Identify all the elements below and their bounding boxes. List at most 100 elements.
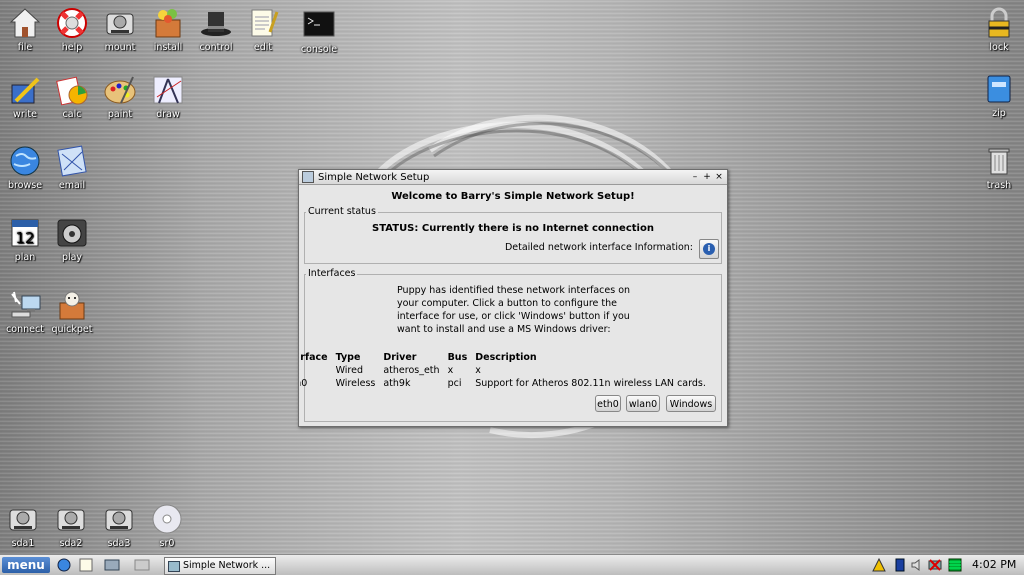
column-header: Driver (383, 352, 417, 363)
desktop-icon-install[interactable]: install (145, 6, 191, 53)
minimize-button[interactable]: – (690, 172, 700, 182)
wlan0-button[interactable]: wlan0 (626, 395, 660, 412)
desktop-switch-icon[interactable] (134, 558, 150, 572)
desktop-icon-label: edit (253, 42, 273, 53)
taskbar: menu Simple Network ... 4:02 PM (0, 554, 1024, 575)
desktop-icon-quickpet[interactable]: quickpet (49, 288, 95, 335)
drive-icon-sda3[interactable]: sda3 (96, 502, 142, 549)
drive-icon (57, 509, 85, 531)
desktop-icon-label: mount (104, 42, 136, 53)
menu-button[interactable]: menu (2, 557, 50, 573)
desktop-icon-edit[interactable]: edit (240, 6, 286, 53)
drive-icon-sda1[interactable]: sda1 (0, 502, 46, 549)
table-header-row: Interface Type Driver Bus Description (300, 351, 710, 364)
package-icon (155, 9, 181, 38)
window-titlebar[interactable]: Simple Network Setup – + × (299, 170, 727, 185)
desktop-icon-write[interactable]: write (2, 73, 48, 120)
desktop-icon-label: browse (7, 180, 43, 191)
table-cell: eth0 (300, 364, 332, 377)
table-cell: x (447, 365, 454, 376)
drive-icon (105, 509, 133, 531)
desktop-icon-mount[interactable]: mount (97, 6, 143, 53)
table-cell: Wireless (335, 378, 376, 389)
spreadsheet-icon (56, 76, 88, 106)
desktop-icon-label: quickpet (51, 324, 93, 335)
battery-tray-icon[interactable] (893, 558, 907, 572)
desktop-icon-label: connect (6, 324, 44, 335)
desktop-icon-label: play (61, 252, 83, 263)
info-button[interactable]: i (699, 239, 719, 259)
table-cell: wlan0 (300, 378, 308, 389)
drive-icon-sda2[interactable]: sda2 (48, 502, 94, 549)
speaker-icon (57, 219, 87, 247)
desktop-icon-label: console (300, 44, 338, 55)
column-header: Interface (300, 352, 328, 363)
desktop-switch-icon[interactable] (104, 558, 120, 572)
desktop-icon-label: email (58, 180, 86, 191)
editor-quicklaunch-icon[interactable] (78, 558, 94, 572)
status-text: STATUS: Currently there is no Internet c… (372, 223, 654, 234)
table-cell: x (475, 365, 481, 376)
desktop-icon-label: zip (992, 108, 1006, 119)
desktop-icon-zip[interactable]: zip (976, 72, 1022, 119)
desktop-icon-file[interactable]: file (2, 6, 48, 53)
desktop-icon-trash[interactable]: trash (976, 144, 1022, 191)
drive-icon-sr0[interactable]: sr0 (144, 502, 190, 549)
clock: 4:02 PM (972, 558, 1017, 571)
drive-icon (9, 509, 37, 531)
desktop-icon-lock[interactable]: lock (976, 6, 1022, 53)
maximize-button[interactable]: + (702, 172, 712, 182)
network-icon (11, 291, 41, 318)
taskbar-task-network-setup[interactable]: Simple Network ... (164, 557, 276, 575)
globe-icon (10, 146, 40, 176)
desktop-icon-plan[interactable]: 12 plan (2, 216, 48, 263)
desktop-icon-paint[interactable]: paint (97, 73, 143, 120)
desktop-icon-draw[interactable]: draw (145, 73, 191, 120)
padlock-icon (988, 7, 1010, 38)
desktop-icon-label: write (13, 109, 37, 120)
top-hat-icon (201, 12, 231, 36)
table-cell: pci (447, 378, 462, 389)
windows-button[interactable]: Windows (666, 395, 716, 412)
palette-icon (104, 76, 136, 104)
desktop-icon-calc[interactable]: calc (49, 73, 95, 120)
desktop-icon-connect[interactable]: connect (2, 288, 48, 335)
table-cell: ath9k (383, 378, 411, 389)
desktop-icon-label: paint (107, 109, 133, 120)
calendar-day: 12 (15, 229, 34, 247)
cpu-meter-tray-icon[interactable] (948, 558, 962, 572)
desktop-icon-label: trash (986, 180, 1012, 191)
desktop-icon-control[interactable]: control (193, 6, 239, 53)
envelope-icon (57, 145, 87, 177)
pet-box-icon (59, 291, 85, 320)
desktop-icon-label: lock (989, 42, 1009, 53)
desktop-icon-console[interactable]: console (296, 8, 342, 55)
eth0-button[interactable]: eth0 (595, 395, 621, 412)
current-status-frame (304, 212, 722, 264)
notepad-icon (251, 9, 279, 37)
lifebuoy-icon (57, 8, 87, 38)
close-button[interactable]: × (714, 172, 724, 182)
detail-info-label: Detailed network interface Information: (504, 242, 693, 253)
desktop-icon-label: draw (156, 109, 180, 120)
calendar-icon: 12 (11, 219, 39, 247)
browser-quicklaunch-icon[interactable] (56, 558, 72, 572)
column-header: Type (335, 352, 361, 363)
desktop-icon-help[interactable]: help (49, 6, 95, 53)
desktop-icon-email[interactable]: email (49, 144, 95, 191)
desktop-icon-browse[interactable]: browse (2, 144, 48, 191)
info-icon: i (703, 243, 715, 255)
welcome-heading: Welcome to Barry's Simple Network Setup! (391, 191, 635, 202)
volume-tray-icon[interactable] (910, 558, 924, 572)
drive-label: sda1 (11, 538, 35, 549)
compass-icon (153, 76, 183, 104)
table-row: wlan0 Wireless ath9k pci Support for Ath… (300, 377, 710, 390)
warning-tray-icon[interactable] (872, 558, 886, 572)
network-disconnected-tray-icon[interactable] (928, 558, 942, 572)
column-header: Bus (447, 352, 468, 363)
desktop-icon-play[interactable]: play (49, 216, 95, 263)
interfaces-description: Puppy has identified these network inter… (397, 285, 631, 335)
interfaces-label: Interfaces (306, 268, 358, 279)
desktop-icon-label: file (17, 42, 33, 53)
table-cell: Support for Atheros 802.11n wireless LAN… (475, 378, 706, 389)
